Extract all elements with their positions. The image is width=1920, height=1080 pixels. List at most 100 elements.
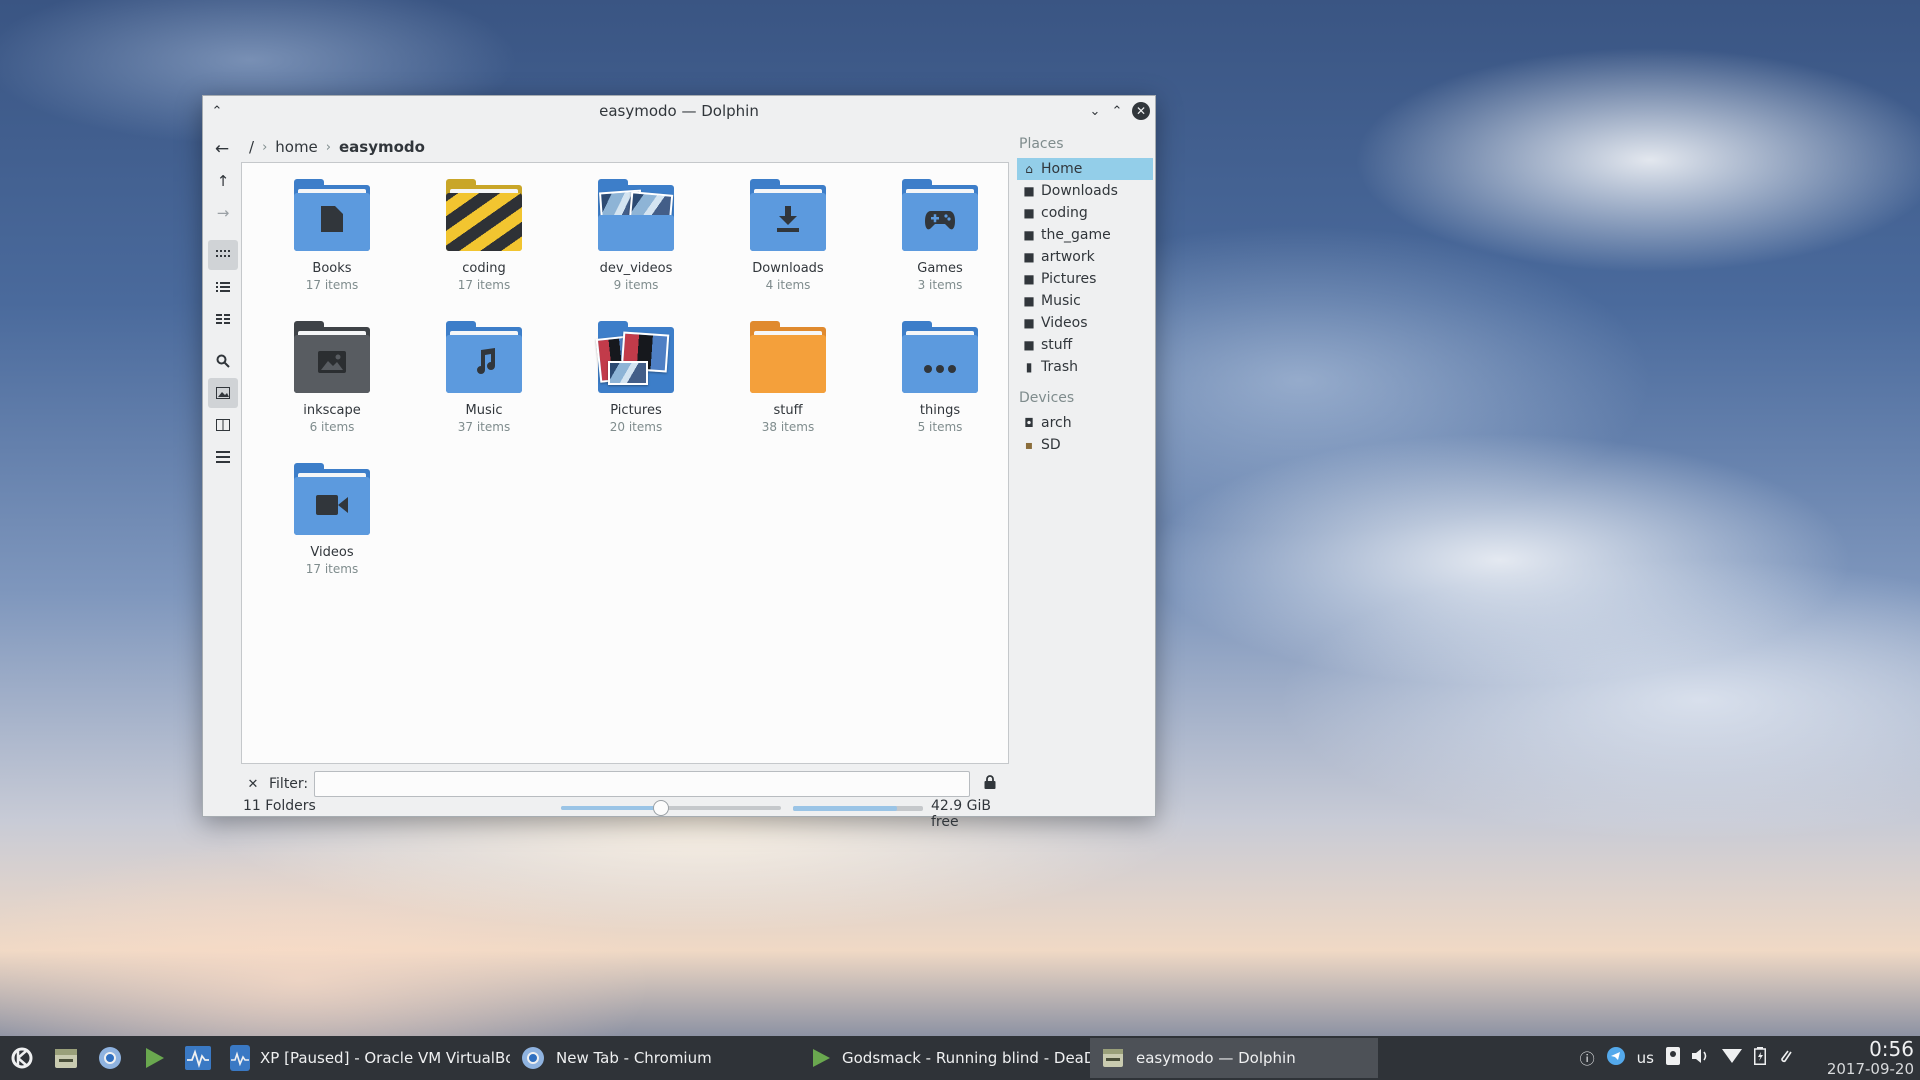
dolphin-icon [1100, 1045, 1126, 1071]
search-icon[interactable] [208, 346, 238, 376]
task-label: XP [Paused] - Oracle VM VirtualBox [260, 1049, 510, 1067]
place-music[interactable]: ■ Music [1017, 290, 1153, 312]
task-dolphin[interactable]: easymodo — Dolphin [1090, 1038, 1378, 1078]
title-bar[interactable]: ⌃ easymodo — Dolphin ⌄ ⌃ ✕ [203, 96, 1155, 126]
application-launcher-icon[interactable] [0, 1036, 44, 1080]
location-icon[interactable] [1666, 1047, 1680, 1069]
system-tray: ⓘ us [1574, 1036, 1798, 1080]
music-note-icon [473, 348, 495, 380]
breadcrumb-easymodo[interactable]: easymodo [333, 138, 431, 156]
place-pictures[interactable]: ■ Pictures [1017, 268, 1153, 290]
details-view-icon[interactable] [208, 272, 238, 302]
chromium-icon [520, 1045, 546, 1071]
telegram-icon[interactable] [1606, 1047, 1625, 1069]
up-arrow-icon[interactable]: ↑ [208, 166, 238, 196]
places-panel: Places ⌂ Home ■ Downloads ■ coding ■ the… [1017, 132, 1153, 456]
system-monitor-launcher-icon[interactable] [176, 1036, 220, 1080]
folder-count: 3 items [917, 278, 963, 292]
clipboard-icon[interactable] [1778, 1047, 1792, 1069]
free-space-label: 42.9 GiB free [931, 798, 991, 830]
preview-icon[interactable] [208, 378, 238, 408]
place-artwork[interactable]: ■ artwork [1017, 246, 1153, 268]
photo-preview-icon [608, 361, 648, 385]
breadcrumb-root[interactable]: / [243, 138, 260, 156]
split-view-icon[interactable] [208, 410, 238, 440]
folder-count: 37 items [457, 420, 511, 434]
close-button[interactable]: ✕ [1132, 102, 1150, 120]
folder-icon [446, 321, 522, 393]
place-trash[interactable]: ▮ Trash [1017, 356, 1153, 378]
battery-icon[interactable] [1754, 1047, 1766, 1069]
folder-item-downloads[interactable]: Downloads 4 items [712, 179, 864, 321]
place-home[interactable]: ⌂ Home [1017, 158, 1153, 180]
zoom-slider[interactable] [561, 800, 781, 816]
place-label: Pictures [1041, 271, 1097, 287]
wifi-icon[interactable] [1722, 1049, 1742, 1067]
folder-item-books[interactable]: Books 17 items [256, 179, 408, 321]
file-view[interactable]: Books 17 items coding 17 items dev_video… [241, 162, 1009, 764]
place-videos[interactable]: ■ Videos [1017, 312, 1153, 334]
place-the-game[interactable]: ■ the_game [1017, 224, 1153, 246]
folder-item-pictures[interactable]: Pictures 20 items [560, 321, 712, 463]
minimize-button[interactable]: ⌄ [1087, 103, 1103, 119]
folder-item-stuff[interactable]: stuff 38 items [712, 321, 864, 463]
breadcrumb-home[interactable]: home [269, 138, 324, 156]
chevron-right-icon: › [325, 139, 331, 155]
clock-date: 2017-09-20 [1826, 1060, 1914, 1078]
folder-count: 5 items [917, 420, 963, 434]
folder-item-inkscape[interactable]: inkscape 6 items [256, 321, 408, 463]
digital-clock[interactable]: 0:56 2017-09-20 [1804, 1038, 1914, 1078]
file-manager-launcher-icon[interactable] [44, 1036, 88, 1080]
place-label: the_game [1041, 227, 1111, 243]
folder-item-things[interactable]: things 5 items [864, 321, 1016, 463]
folder-icon [294, 463, 370, 535]
filter-input[interactable] [314, 771, 971, 797]
forward-arrow-icon[interactable]: → [208, 198, 238, 228]
media-player-launcher-icon[interactable] [132, 1036, 176, 1080]
folder-icon [750, 179, 826, 251]
task-label: easymodo — Dolphin [1136, 1049, 1296, 1067]
chromium-launcher-icon[interactable] [88, 1036, 132, 1080]
folder-count: 38 items [761, 420, 815, 434]
zoom-slider-handle[interactable] [653, 800, 669, 816]
back-arrow-icon[interactable]: ← [209, 136, 235, 162]
task-label: New Tab - Chromium [556, 1049, 712, 1067]
volume-icon[interactable] [1692, 1048, 1710, 1068]
lock-icon[interactable] [984, 775, 996, 793]
folder-count: 6 items [309, 420, 355, 434]
task-chromium[interactable]: New Tab - Chromium [510, 1038, 800, 1078]
folder-icon: ■ [1023, 294, 1035, 308]
folder-icon: ■ [1023, 338, 1035, 352]
device-sd[interactable]: ▪ SD [1017, 434, 1153, 456]
device-arch[interactable]: ◘ arch [1017, 412, 1153, 434]
shade-button[interactable]: ⌃ [209, 103, 225, 119]
trash-icon: ▮ [1025, 360, 1033, 374]
folder-count-status: 11 Folders [243, 798, 316, 814]
folder-item-coding[interactable]: coding 17 items [408, 179, 560, 321]
folder-item-dev-videos[interactable]: dev_videos 9 items [560, 179, 712, 321]
icons-view-icon[interactable] [208, 240, 238, 270]
menu-icon[interactable] [208, 442, 238, 472]
folder-name: inkscape [303, 403, 361, 418]
maximize-button[interactable]: ⌃ [1109, 103, 1125, 119]
folder-grid: Books 17 items coding 17 items dev_video… [256, 179, 1016, 605]
folder-count: 17 items [457, 278, 511, 292]
keyboard-layout-indicator[interactable]: us [1637, 1049, 1654, 1067]
task-virtualbox[interactable]: XP [Paused] - Oracle VM VirtualBox [220, 1038, 510, 1078]
task-media-player[interactable]: Godsmack - Running blind - DeaD... [800, 1038, 1090, 1078]
notifications-icon[interactable]: ⓘ [1580, 1048, 1595, 1069]
close-filter-icon[interactable]: ✕ [243, 777, 263, 792]
place-stuff[interactable]: ■ stuff [1017, 334, 1153, 356]
media-player-icon [810, 1045, 832, 1071]
folder-name: coding [462, 261, 506, 276]
folder-item-games[interactable]: Games 3 items [864, 179, 1016, 321]
clock-time: 0:56 [1869, 1037, 1914, 1061]
place-label: artwork [1041, 249, 1095, 265]
folder-item-videos[interactable]: Videos 17 items [256, 463, 408, 605]
folder-icon [595, 321, 674, 393]
folder-plain-icon [750, 335, 826, 393]
folder-item-music[interactable]: Music 37 items [408, 321, 560, 463]
place-coding[interactable]: ■ coding [1017, 202, 1153, 224]
place-downloads[interactable]: ■ Downloads [1017, 180, 1153, 202]
compact-view-icon[interactable] [208, 304, 238, 334]
